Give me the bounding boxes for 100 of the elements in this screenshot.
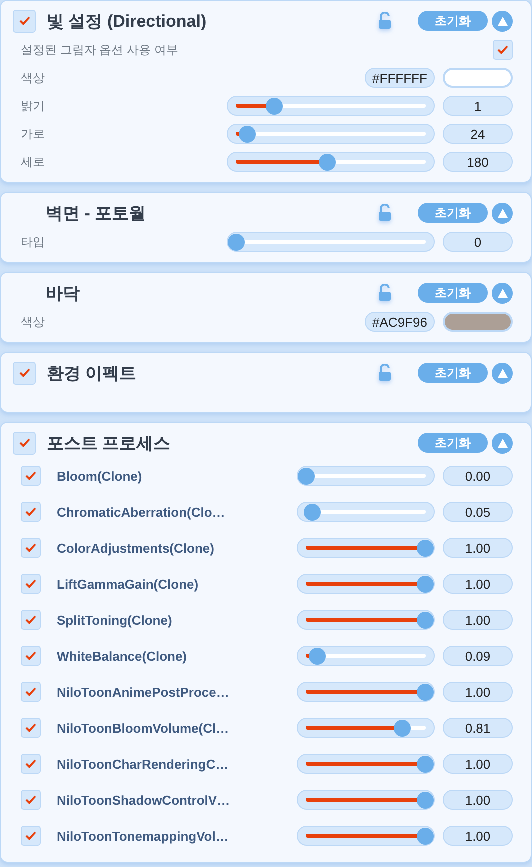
value-field[interactable]: 1.00 (443, 574, 513, 594)
unlocked-padlock-icon[interactable] (378, 284, 392, 302)
value-field[interactable]: 1.00 (443, 754, 513, 774)
triangle-up-icon (498, 288, 508, 298)
section-title: 포스트 프로세스 (47, 432, 172, 454)
slider-thumb[interactable] (417, 756, 434, 773)
collapse-button[interactable] (492, 10, 513, 32)
slider[interactable] (227, 152, 435, 172)
section-title: 빛 설정 (Directional) (47, 10, 208, 32)
slider[interactable] (297, 790, 435, 810)
slider[interactable] (297, 502, 435, 522)
checkmark-icon (25, 651, 37, 661)
value-field[interactable]: 0 (443, 232, 513, 252)
value-field[interactable]: 1.00 (443, 610, 513, 630)
checkmark-icon (25, 471, 37, 481)
checkbox[interactable] (21, 718, 41, 738)
checkmark-icon (25, 543, 37, 553)
checkmark-icon (25, 615, 37, 625)
slider-thumb[interactable] (417, 792, 434, 809)
color-swatch[interactable] (443, 68, 513, 88)
effect-label: SplitToning(Clone) (57, 612, 174, 628)
value-field[interactable]: 0.05 (443, 502, 513, 522)
checkbox[interactable] (13, 432, 36, 454)
value-field[interactable]: 24 (443, 124, 513, 144)
slider-thumb[interactable] (318, 154, 336, 171)
unlocked-padlock-icon[interactable] (378, 364, 392, 382)
triangle-up-icon (498, 16, 508, 26)
slider[interactable] (227, 124, 435, 144)
triangle-up-icon (498, 208, 508, 218)
slider[interactable] (227, 96, 435, 116)
effect-label: NiloToonCharRenderingC… (57, 756, 230, 772)
value-field[interactable]: 180 (443, 152, 513, 172)
slider-label: 가로 (21, 126, 46, 142)
checkbox[interactable] (21, 538, 41, 558)
collapse-button[interactable] (492, 432, 513, 454)
slider[interactable] (297, 574, 435, 594)
slider[interactable] (297, 466, 435, 486)
section-title: 바닥 (46, 282, 81, 304)
checkbox[interactable] (21, 754, 41, 774)
slider-thumb[interactable] (304, 504, 321, 521)
value-field[interactable]: 1.00 (443, 682, 513, 702)
checkbox[interactable] (21, 466, 41, 486)
slider[interactable] (297, 538, 435, 558)
color-label: 색상 (21, 70, 46, 86)
triangle-up-icon (498, 368, 508, 378)
slider[interactable] (297, 610, 435, 630)
slider-thumb[interactable] (298, 468, 315, 485)
slider-thumb[interactable] (228, 234, 245, 251)
slider-thumb[interactable] (417, 612, 434, 629)
slider-thumb[interactable] (417, 576, 434, 593)
slider[interactable] (227, 232, 435, 252)
collapse-button[interactable] (492, 282, 513, 304)
effect-label: Bloom(Clone) (57, 468, 144, 484)
unlocked-padlock-icon[interactable] (378, 12, 392, 30)
collapse-button[interactable] (492, 362, 513, 384)
slider-thumb[interactable] (417, 540, 434, 557)
value-field[interactable]: 0.81 (443, 718, 513, 738)
value-field[interactable]: 1 (443, 96, 513, 116)
checkbox[interactable] (21, 574, 41, 594)
slider[interactable] (297, 718, 435, 738)
slider[interactable] (297, 754, 435, 774)
checkmark-icon (25, 507, 37, 517)
color-swatch[interactable] (443, 312, 513, 332)
value-field[interactable]: 0.00 (443, 466, 513, 486)
slider-thumb[interactable] (239, 126, 256, 143)
unlocked-padlock-icon[interactable] (378, 204, 392, 222)
slider-thumb[interactable] (394, 720, 412, 737)
effect-label: NiloToonBloomVolume(Cl… (57, 720, 230, 736)
value-field[interactable]: 1.00 (443, 790, 513, 810)
checkmark-icon (18, 438, 30, 448)
checkmark-icon (25, 579, 37, 589)
hex-field[interactable]: #AC9F96 (365, 312, 435, 332)
checkbox[interactable] (21, 826, 41, 846)
slider-thumb[interactable] (308, 648, 326, 665)
checkbox[interactable] (13, 10, 36, 32)
slider-thumb[interactable] (266, 98, 283, 115)
collapse-button[interactable] (492, 202, 513, 224)
value-field[interactable]: 0.09 (443, 646, 513, 666)
value-field[interactable]: 1.00 (443, 826, 513, 846)
checkbox[interactable] (21, 502, 41, 522)
slider[interactable] (297, 682, 435, 702)
slider[interactable] (297, 826, 435, 846)
checkbox[interactable] (21, 682, 41, 702)
checkmark-icon (25, 759, 37, 769)
effect-label: LiftGammaGain(Clone) (57, 576, 200, 592)
checkbox[interactable] (21, 646, 41, 666)
slider[interactable] (297, 646, 435, 666)
checkmark-icon (25, 687, 37, 697)
effect-label: ChromaticAberration(Clo… (57, 504, 226, 520)
slider-label: 세로 (21, 154, 46, 170)
value-field[interactable]: 1.00 (443, 538, 513, 558)
slider-thumb[interactable] (417, 684, 434, 701)
checkbox[interactable] (21, 790, 41, 810)
checkbox[interactable] (21, 610, 41, 630)
option-label: 설정된 그림자 옵션 사용 여부 (21, 42, 180, 58)
checkbox[interactable] (13, 362, 36, 384)
slider-thumb[interactable] (417, 828, 434, 845)
checkbox[interactable] (493, 40, 513, 60)
triangle-up-icon (498, 438, 508, 448)
hex-field[interactable]: #FFFFFF (365, 68, 435, 88)
